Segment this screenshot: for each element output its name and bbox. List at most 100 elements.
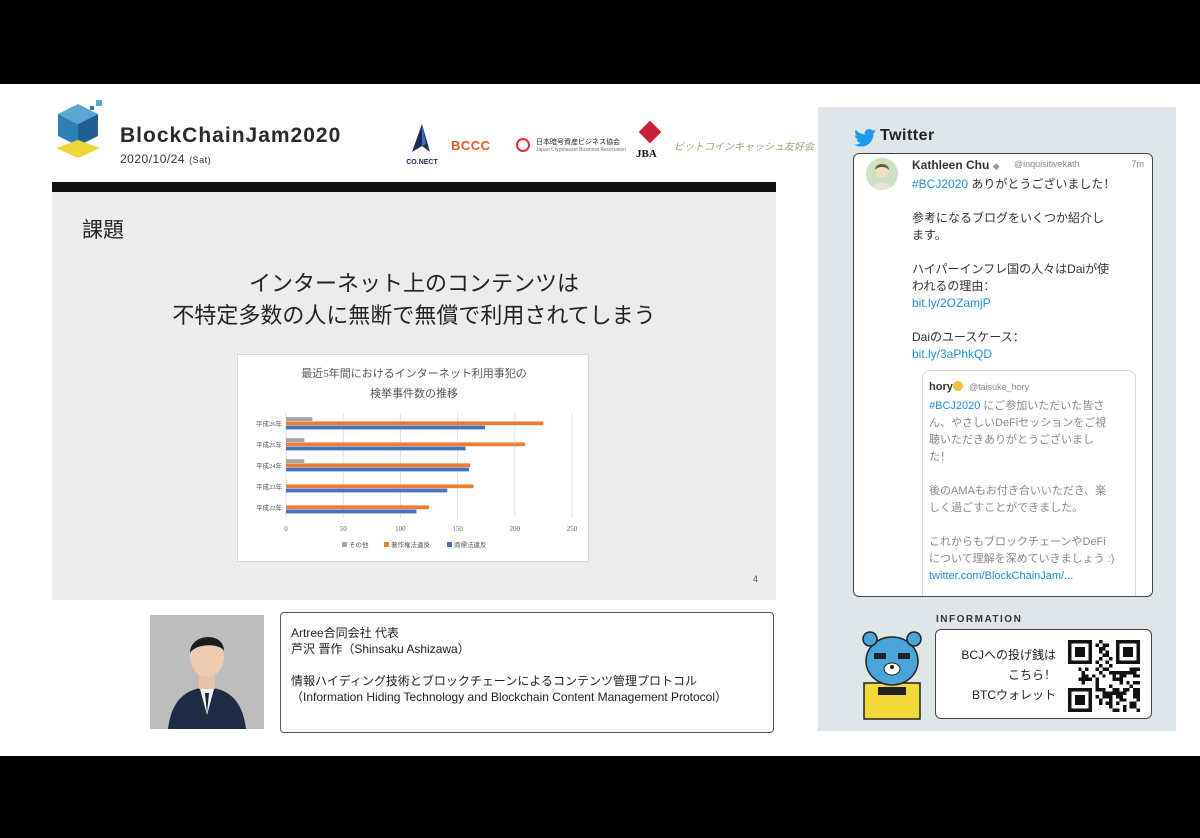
tweet-line: #BCJ2020 ありがとうございました！ (912, 176, 1148, 193)
speaker-name: 芦沢 晋作（Shinsaku Ashizawa） (291, 642, 470, 656)
chart-x-tick-label: 150 (452, 525, 463, 533)
qr-module (1136, 674, 1140, 678)
chart-bar (286, 509, 417, 514)
chart-x-tick-label: 50 (340, 525, 348, 533)
chart-canvas: 最近5年間におけるインターネット利用事犯の検挙事件数の推移 0 50 100 150 20… (256, 366, 578, 549)
qr-module (1105, 643, 1110, 647)
qr-module (1133, 694, 1137, 699)
speaker-info-card: Artree合同会社 代表 芦沢 晋作（Shinsaku Ashizawa） 情… (280, 612, 774, 733)
chart-bar (286, 459, 305, 463)
qr-module (1095, 643, 1099, 647)
qr-module (1122, 688, 1127, 692)
tweet-text: ありがとうございました！ (968, 177, 1116, 191)
speaker-portrait-icon (150, 615, 264, 729)
qr-module (1105, 694, 1110, 699)
quoted-text: しく過ごすことができました。 (929, 502, 1084, 514)
stream-frame: BlockChainJam2020 2020/10/24 (Sat) CO.NEC… (0, 84, 1200, 756)
tweet-link[interactable]: bit.ly/3aPhkQD (912, 346, 1148, 363)
qr-module (1109, 670, 1113, 675)
quoted-tweet-body: #BCJ2020 にご参加いただいた皆さ ん、やさしいDeFiセッションをご視 … (929, 398, 1133, 585)
qr-module (1116, 691, 1120, 695)
qr-module (1112, 677, 1116, 682)
qr-module (1098, 701, 1103, 706)
qr-module (1112, 708, 1116, 712)
qr-module (1074, 646, 1086, 658)
quoted-author-name[interactable]: hory (929, 381, 953, 393)
talk-title-en: （Information Hiding Technology and Block… (291, 690, 728, 704)
tip-card: BCJへの投げ銭は こちら！ BTCウォレット (935, 629, 1152, 719)
qr-module (1129, 670, 1134, 675)
chart-title: 最近5年間におけるインターネット利用事犯の (301, 366, 527, 380)
tweet-author-name[interactable]: Kathleen Chu ◆ (912, 158, 1000, 172)
chart-legend-swatch (384, 542, 389, 547)
quoted-hashtag[interactable]: #BCJ2020 (929, 400, 980, 412)
sponsor-jcba-logo: 日本暗号資産ビジネス協会 Japan Cryptoasset Business … (516, 136, 634, 156)
tweet-hashtag[interactable]: #BCJ2020 (912, 177, 968, 191)
chart-bar (286, 425, 486, 430)
qr-module (1081, 677, 1086, 682)
sponsor-bccc-logo: BCCC (451, 138, 491, 153)
qr-module (1122, 698, 1127, 702)
tweet-timestamp[interactable]: 7m (1131, 159, 1144, 169)
qr-module (1116, 677, 1120, 682)
chart-category-label: 平成25年 (256, 440, 283, 449)
bear-mascot-icon (862, 631, 922, 720)
qr-module (1122, 708, 1127, 712)
tweet-author-avatar[interactable] (866, 158, 898, 190)
qr-module (1109, 684, 1113, 688)
qr-module (1085, 667, 1089, 671)
quoted-author-handle[interactable]: @taisuke_hory (969, 382, 1029, 392)
qr-module (1098, 657, 1103, 661)
qr-module (1133, 701, 1137, 706)
qr-module (1102, 688, 1106, 692)
tweet-body: #BCJ2020 ありがとうございました！ 参考になるブログをいくつか紹介し ま… (912, 176, 1148, 363)
tip-text-line1: BCJへの投げ銭は (961, 648, 1056, 662)
qr-module (1109, 691, 1113, 695)
qr-module (1129, 701, 1134, 706)
tweet-author-handle[interactable]: @inquisitivekath (1014, 159, 1080, 169)
qr-module (1126, 688, 1130, 692)
slide-page-number: 4 (752, 574, 758, 584)
sponsor-bitcoin-cash-logo: ビットコインキャッシュ友好会 (674, 142, 814, 153)
qr-module (1081, 681, 1086, 685)
qr-module (1109, 657, 1113, 661)
quoted-text: 聴いただきありがとうございまし (929, 434, 1094, 446)
chart-bar (286, 446, 466, 451)
chart-category-label: 平成26年 (256, 419, 283, 428)
qr-module (1098, 688, 1103, 692)
chart-category-label: 平成23年 (256, 482, 283, 491)
sponsor-jba-name: JBA (636, 148, 657, 160)
jcba-circle-icon (516, 138, 530, 152)
sponsor-jcba-name-en: Japan Cryptoasset Business Association (536, 147, 627, 153)
chart-bar (286, 438, 305, 442)
cybercrime-chart: 最近5年間におけるインターネット利用事犯の 検挙事件数の推移 0 50 100 150 20… (237, 354, 589, 562)
chart-category-label: 平成24年 (256, 461, 283, 470)
quoted-text: にご参加いただいた皆さ (980, 400, 1105, 412)
qr-module (1109, 698, 1113, 702)
qr-module (1119, 670, 1123, 675)
qr-module (1133, 674, 1137, 678)
qr-module (1122, 670, 1127, 675)
slide-statement-line1: インターネット上のコンテンツは (248, 271, 579, 296)
qr-module (1112, 688, 1116, 692)
quoted-text: 後のAMAもお付き合いいただき、楽 (929, 485, 1107, 497)
chart-legend-label: 著作権法違反 (391, 540, 431, 549)
btc-wallet-qr-code[interactable] (1068, 640, 1140, 712)
qr-module (1133, 688, 1137, 692)
qr-module (1095, 688, 1099, 692)
chart-subtitle: 検挙事件数の推移 (370, 386, 458, 400)
tweet-card[interactable]: Kathleen Chu ◆ @inquisitivekath 7m #BCJ2… (853, 153, 1153, 597)
slide-top-bar (52, 182, 776, 192)
qr-module (1102, 691, 1106, 695)
qr-module (1136, 681, 1140, 685)
twitter-panel: Twitter Kathleen Chu ◆ @inquisitivekath … (818, 107, 1176, 731)
chart-bar (286, 463, 471, 468)
qr-module (1078, 677, 1082, 682)
qr-module (1116, 708, 1120, 712)
tip-text-line3: BTCウォレット (971, 688, 1056, 702)
quoted-tweet[interactable]: hory @taisuke_hory #BCJ2020 にご参加いただいた皆さ … (922, 370, 1136, 596)
chart-bar (286, 505, 429, 510)
tweet-link[interactable]: bit.ly/2OZamjP (912, 295, 1148, 312)
quoted-link[interactable]: twitter.com/BlockChainJam/... (929, 568, 1133, 585)
qr-module (1092, 674, 1096, 678)
